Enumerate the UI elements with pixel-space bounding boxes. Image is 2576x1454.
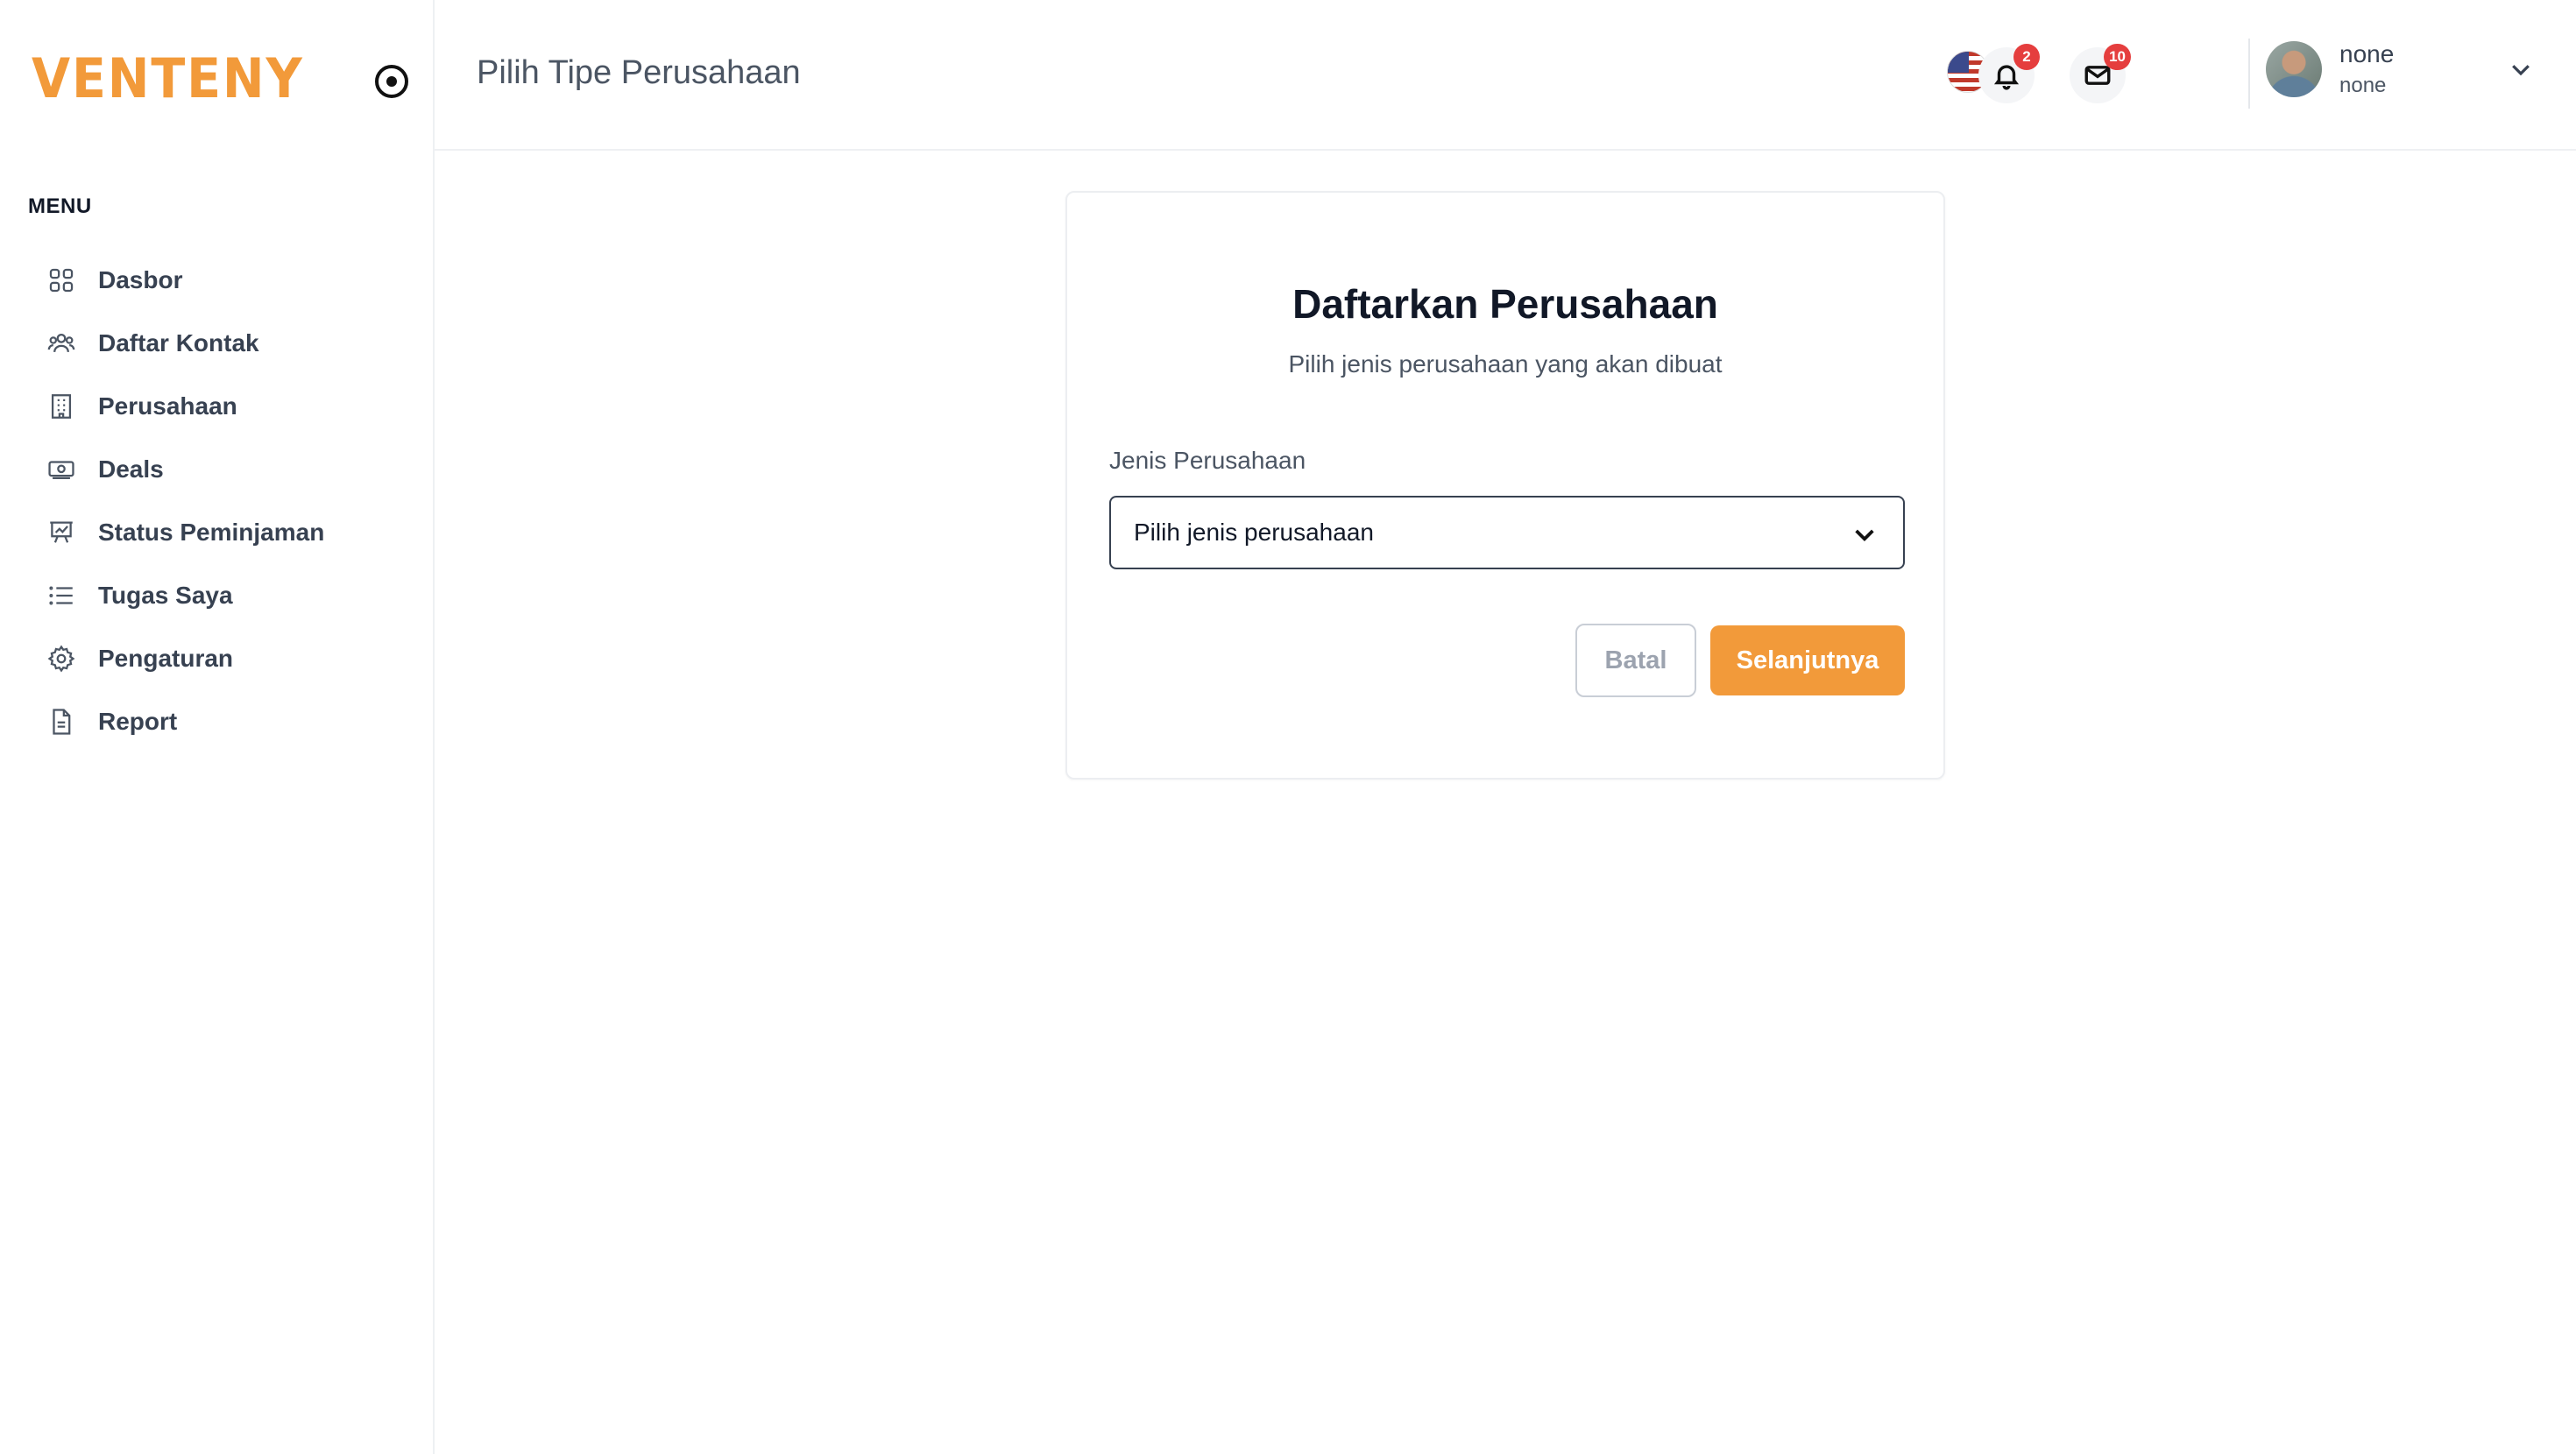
presentation-chart-icon — [44, 515, 79, 550]
user-menu-dropdown[interactable] — [2508, 56, 2543, 91]
sidebar-menu: Dasbor Daftar Kontak Perusahaan Deals St… — [35, 249, 403, 753]
cancel-button[interactable]: Batal — [1575, 624, 1696, 697]
sidebar-item-label: Dasbor — [98, 266, 183, 293]
radio-dot-icon — [386, 76, 397, 87]
notifications-button[interactable]: 2 — [1978, 44, 2040, 103]
page-title: Pilih Tipe Perusahaan — [477, 54, 801, 91]
sidebar-item-daftar-kontak[interactable]: Daftar Kontak — [35, 312, 403, 375]
user-name: none — [2339, 40, 2395, 67]
logo-text: VENTENY — [32, 46, 304, 110]
sidebar-item-label: Tugas Saya — [98, 582, 233, 609]
user-menu[interactable]: none none — [2266, 40, 2394, 98]
sidebar-item-perusahaan[interactable]: Perusahaan — [35, 375, 403, 438]
sidebar-item-dasbor[interactable]: Dasbor — [35, 249, 403, 312]
logo[interactable]: VENTENY — [32, 51, 328, 107]
banknote-icon — [44, 452, 79, 487]
sidebar-item-label: Perusahaan — [98, 392, 237, 420]
company-type-select-value: Pilih jenis perusahaan — [1134, 519, 1374, 546]
register-company-card: Daftarkan Perusahaan Pilih jenis perusah… — [1065, 191, 1945, 780]
sidebar-item-deals[interactable]: Deals — [35, 438, 403, 501]
company-type-label: Jenis Perusahaan — [1109, 447, 1306, 474]
sidebar-item-status-peminjaman[interactable]: Status Peminjaman — [35, 501, 403, 564]
sidebar: VENTENY MENU Dasbor Daftar Kontak Perusa… — [0, 0, 435, 1454]
next-button[interactable]: Selanjutnya — [1710, 625, 1905, 695]
form-title: Daftarkan Perusahaan — [1292, 281, 1718, 327]
gear-icon — [44, 641, 79, 676]
sidebar-toggle-button[interactable] — [375, 65, 408, 98]
document-icon — [44, 704, 79, 739]
building-icon — [44, 389, 79, 424]
list-icon — [44, 578, 79, 613]
sidebar-item-pengaturan[interactable]: Pengaturan — [35, 627, 403, 690]
company-type-select[interactable]: Pilih jenis perusahaan — [1109, 496, 1905, 569]
sidebar-item-label: Pengaturan — [98, 645, 234, 672]
sidebar-item-tugas-saya[interactable]: Tugas Saya — [35, 564, 403, 627]
sidebar-item-report[interactable]: Report — [35, 690, 403, 753]
sidebar-item-label: Status Peminjaman — [98, 519, 325, 546]
header-divider — [2248, 39, 2250, 109]
user-role: none — [2339, 74, 2387, 97]
form-subtitle: Pilih jenis perusahaan yang akan dibuat — [1288, 350, 1723, 378]
sidebar-item-label: Daftar Kontak — [98, 329, 259, 356]
top-header: Pilih Tipe Perusahaan En 2 10 none none — [435, 0, 2576, 151]
messages-badge: 10 — [2104, 44, 2131, 70]
grid-icon — [44, 263, 79, 298]
chevron-down-icon — [1851, 520, 1879, 548]
sidebar-item-label: Deals — [98, 455, 164, 483]
sidebar-item-label: Report — [98, 708, 178, 735]
chevron-down-icon — [2512, 65, 2530, 76]
menu-title: MENU — [28, 194, 92, 218]
users-icon — [44, 326, 79, 361]
avatar — [2266, 41, 2322, 97]
notifications-badge: 2 — [2013, 44, 2040, 70]
messages-button[interactable]: 10 — [2070, 44, 2131, 103]
